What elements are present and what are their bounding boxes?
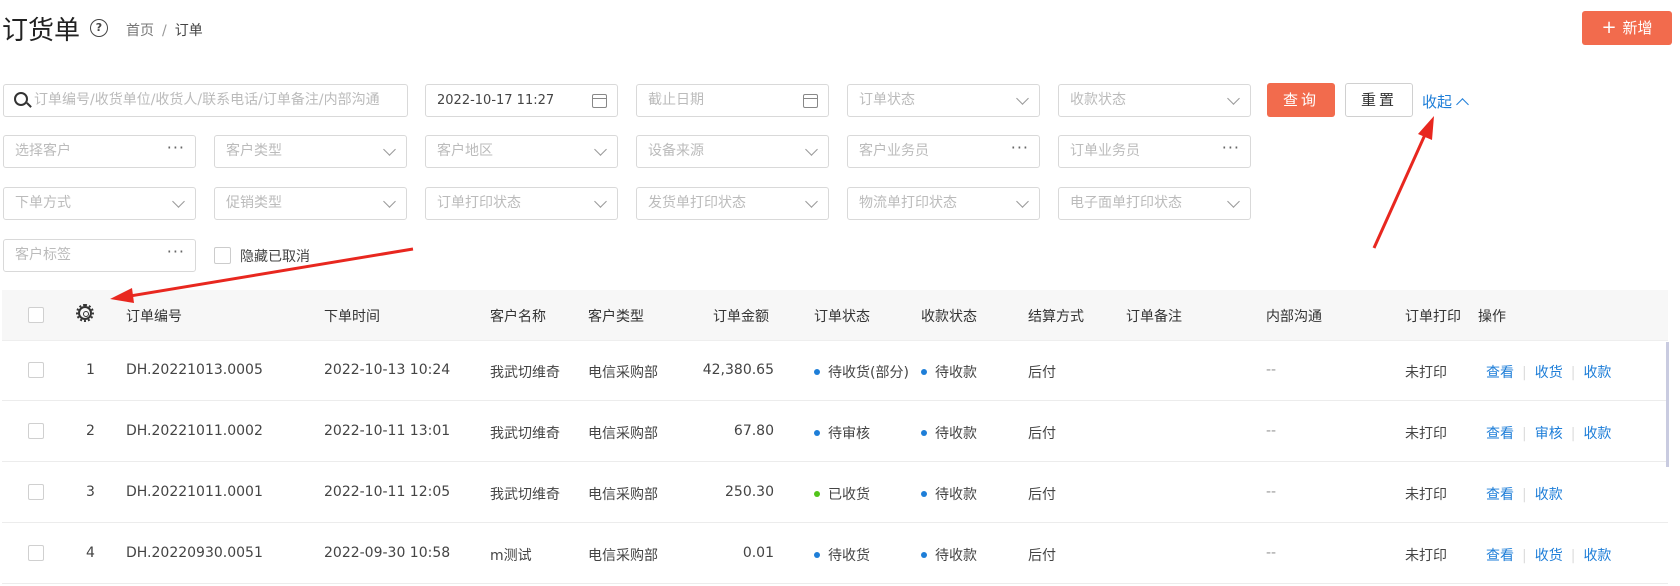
arrow-to-collapse-icon [1372,116,1434,249]
arrow-to-gear-icon [110,247,414,303]
annotation-arrows [110,116,1434,303]
